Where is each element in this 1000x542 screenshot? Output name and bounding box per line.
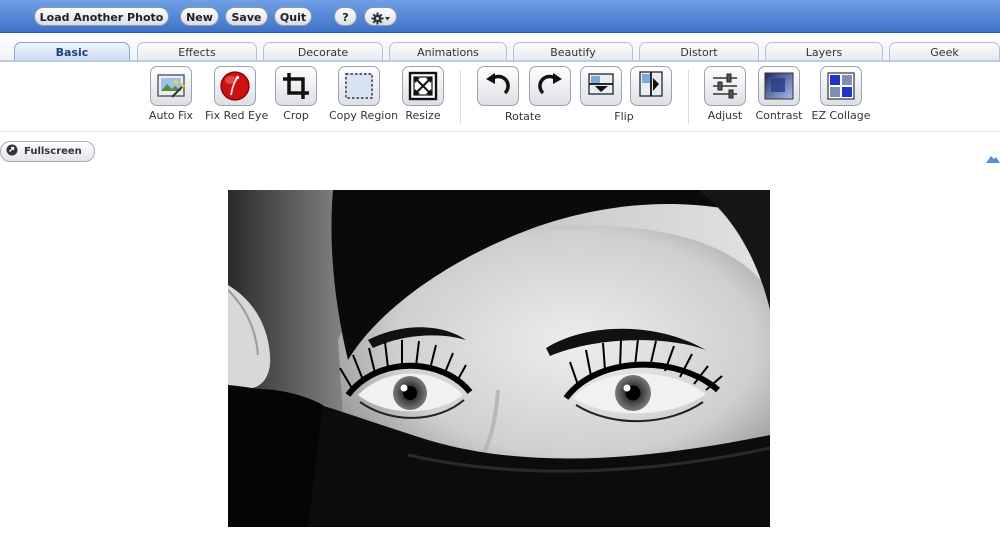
fullscreen-label: Fullscreen: [24, 146, 82, 157]
crop-label: Crop: [283, 109, 309, 122]
top-toolbar: Load Another Photo New Save Quit ?: [0, 0, 1000, 33]
rotate-left-button[interactable]: [477, 66, 519, 106]
copy-region-icon: [338, 66, 380, 106]
rotate-right-icon: [535, 69, 565, 103]
contrast-tool[interactable]: Contrast: [749, 66, 809, 122]
tab-geek[interactable]: Geek: [889, 42, 1000, 61]
quit-button[interactable]: Quit: [274, 7, 312, 26]
toolbar-divider: [0, 131, 1000, 132]
settings-button[interactable]: [364, 7, 397, 26]
tab-decorate[interactable]: Decorate: [263, 42, 383, 61]
adjust-label: Adjust: [707, 109, 743, 122]
crop-tool[interactable]: Crop: [266, 66, 326, 122]
save-button[interactable]: Save: [225, 7, 268, 26]
tab-effects[interactable]: Effects: [137, 42, 257, 61]
resize-tool[interactable]: Resize: [393, 66, 453, 122]
tab-layers[interactable]: Layers: [765, 42, 883, 61]
help-button[interactable]: ?: [334, 7, 357, 26]
sliders-icon: [704, 66, 746, 106]
fullscreen-icon: [6, 144, 18, 159]
rotate-left-icon: [483, 69, 513, 103]
toolbar-separator: [688, 70, 689, 124]
tab-bar: Basic Effects Decorate Animations Beauti…: [0, 33, 1000, 61]
fix-red-eye-tool[interactable]: Fix Red Eye: [205, 66, 269, 122]
red-eye-icon: [214, 66, 256, 106]
tab-animations[interactable]: Animations: [389, 42, 507, 61]
photo-canvas[interactable]: [227, 190, 771, 527]
scale-mountain-icon[interactable]: [986, 148, 1000, 167]
new-button[interactable]: New: [180, 7, 219, 26]
resize-label: Resize: [405, 109, 441, 122]
flip-horizontal-button[interactable]: [580, 66, 622, 106]
copy-region-label: Copy Region: [329, 109, 399, 122]
adjust-tool[interactable]: Adjust: [695, 66, 755, 122]
load-another-photo-button[interactable]: Load Another Photo: [34, 7, 169, 26]
flip-vertical-button[interactable]: [630, 66, 672, 106]
tab-basic[interactable]: Basic: [14, 42, 130, 61]
contrast-label: Contrast: [755, 109, 803, 122]
flip-horizontal-icon: [586, 69, 616, 103]
crop-icon: [275, 66, 317, 106]
resize-icon: [402, 66, 444, 106]
rotate-right-button[interactable]: [529, 66, 571, 106]
tab-distort[interactable]: Distort: [639, 42, 759, 61]
rotate-label: Rotate: [504, 110, 541, 123]
fix-red-eye-label: Fix Red Eye: [205, 109, 269, 122]
fullscreen-button[interactable]: Fullscreen: [0, 141, 95, 162]
toolbar-separator: [460, 70, 461, 124]
collage-grid-icon: [820, 66, 862, 106]
flip-vertical-icon: [636, 69, 666, 103]
gear-icon: [371, 11, 391, 24]
ez-collage-label: EZ Collage: [811, 109, 871, 122]
flip-label: Flip: [614, 110, 634, 123]
auto-fix-label: Auto Fix: [148, 109, 194, 122]
auto-fix-tool[interactable]: Auto Fix: [141, 66, 201, 122]
tab-beautify[interactable]: Beautify: [513, 42, 633, 61]
auto-fix-icon: [150, 66, 192, 106]
contrast-icon: [758, 66, 800, 106]
copy-region-tool[interactable]: Copy Region: [329, 66, 399, 122]
ez-collage-tool[interactable]: EZ Collage: [811, 66, 871, 122]
tab-underline: [0, 60, 1000, 62]
